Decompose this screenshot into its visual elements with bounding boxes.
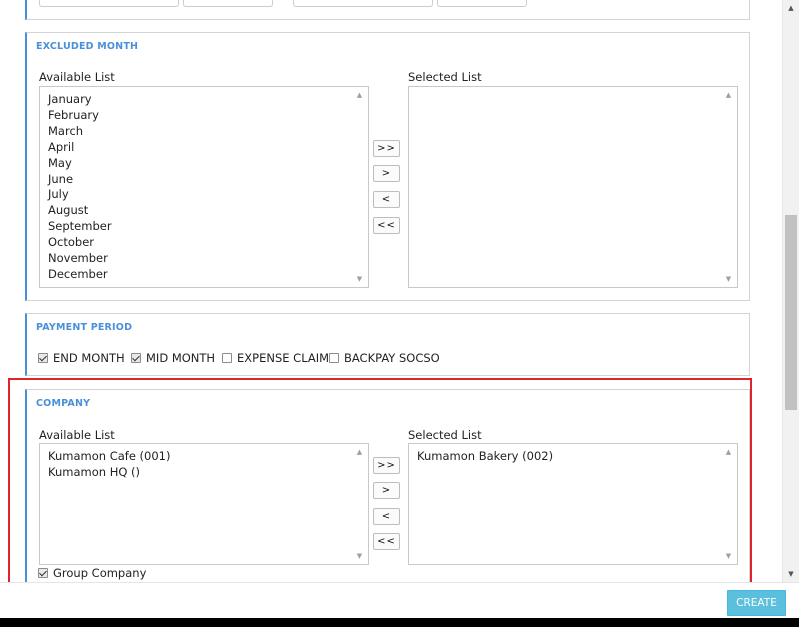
payment-period-title: PAYMENT PERIOD [36, 322, 133, 333]
scroll-up-icon[interactable]: ▲ [351, 88, 368, 102]
available-list-label: Available List [39, 70, 115, 84]
add-button[interactable]: > [373, 482, 400, 499]
bottom-edge-bar [0, 618, 799, 627]
list-item[interactable]: Kumamon Cafe (001) [48, 449, 348, 465]
expense-claim-label: EXPENSE CLAIM [237, 351, 330, 365]
remove-button[interactable]: < [373, 191, 400, 208]
checkbox-icon[interactable] [222, 353, 232, 363]
add-button[interactable]: > [373, 165, 400, 182]
scroll-up-icon[interactable]: ▲ [720, 88, 737, 102]
list-item[interactable]: November [48, 251, 348, 267]
list-item[interactable]: February [48, 108, 348, 124]
backpay-socso-label: BACKPAY SOCSO [344, 351, 440, 365]
company-available-listbox[interactable]: Kumamon Cafe (001) Kumamon HQ () ▲ ▼ [39, 443, 369, 565]
stub-select-2[interactable] [437, 0, 527, 7]
month-available-listbox[interactable]: January February March April May June July Augu… [39, 86, 369, 288]
list-item[interactable]: October [48, 235, 348, 251]
listbox-scrollbar[interactable]: ▲ ▼ [720, 87, 737, 287]
end-month-label: END MONTH [53, 351, 125, 365]
selected-list-label: Selected List [408, 70, 482, 84]
scroll-up-icon[interactable]: ▲ [783, 0, 799, 16]
remove-all-button[interactable]: << [373, 217, 400, 234]
scrollbar-thumb[interactable] [785, 215, 797, 410]
group-company-checkbox[interactable]: Group Company [38, 566, 146, 580]
remove-button[interactable]: < [373, 508, 400, 525]
checkbox-icon[interactable] [131, 353, 141, 363]
create-button[interactable]: CREATE [727, 590, 786, 616]
page-scrollbar[interactable]: ▲ ▼ [782, 0, 799, 582]
month-selected-listbox[interactable]: ▲ ▼ [408, 86, 738, 288]
list-item[interactable]: August [48, 203, 348, 219]
stub-input-2[interactable] [293, 0, 433, 7]
scroll-down-icon[interactable]: ▼ [783, 566, 799, 582]
list-item[interactable]: Kumamon HQ () [48, 465, 348, 481]
list-item[interactable]: June [48, 172, 348, 188]
checkbox-icon[interactable] [38, 568, 48, 578]
excluded-month-panel: EXCLUDED MONTH Available List Selected L… [25, 32, 750, 301]
expense-claim-checkbox[interactable]: EXPENSE CLAIM [222, 351, 329, 365]
list-item[interactable]: July [48, 187, 348, 203]
list-item[interactable]: January [48, 92, 348, 108]
modal-footer: CREATE [0, 582, 799, 618]
form-scroll-area: EXCLUDED MONTH Available List Selected L… [0, 0, 799, 582]
mid-month-checkbox[interactable]: MID MONTH [131, 351, 215, 365]
mid-month-label: MID MONTH [146, 351, 216, 365]
add-all-button[interactable]: >> [373, 140, 400, 157]
selected-list-label: Selected List [408, 428, 482, 442]
list-item[interactable]: Kumamon Bakery (002) [417, 449, 717, 465]
list-item[interactable]: September [48, 219, 348, 235]
list-item[interactable]: December [48, 267, 348, 283]
group-company-label: Group Company [53, 566, 147, 580]
excluded-month-title: EXCLUDED MONTH [36, 41, 139, 52]
company-title: COMPANY [36, 398, 91, 409]
previous-panel-stub [25, 0, 750, 20]
list-item[interactable]: May [48, 156, 348, 172]
available-list-label: Available List [39, 428, 115, 442]
listbox-scrollbar[interactable]: ▲ ▼ [351, 87, 368, 287]
scroll-up-icon[interactable]: ▲ [351, 445, 368, 459]
remove-all-button[interactable]: << [373, 533, 400, 550]
add-all-button[interactable]: >> [373, 457, 400, 474]
checkbox-icon[interactable] [329, 353, 339, 363]
stub-select-1[interactable] [183, 0, 273, 7]
scroll-down-icon[interactable]: ▼ [720, 272, 737, 286]
list-item[interactable]: April [48, 140, 348, 156]
scroll-down-icon[interactable]: ▼ [351, 549, 368, 563]
checkbox-icon[interactable] [38, 353, 48, 363]
company-selected-listbox[interactable]: Kumamon Bakery (002) ▲ ▼ [408, 443, 738, 565]
scroll-down-icon[interactable]: ▼ [720, 549, 737, 563]
list-item[interactable]: March [48, 124, 348, 140]
scroll-down-icon[interactable]: ▼ [351, 272, 368, 286]
payment-period-panel: PAYMENT PERIOD END MONTH MID MONTH EXPEN… [25, 313, 750, 376]
company-panel: COMPANY Available List Selected List Kum… [25, 389, 750, 582]
stub-input-1[interactable] [39, 0, 179, 7]
end-month-checkbox[interactable]: END MONTH [38, 351, 125, 365]
listbox-scrollbar[interactable]: ▲ ▼ [351, 444, 368, 564]
listbox-scrollbar[interactable]: ▲ ▼ [720, 444, 737, 564]
scroll-up-icon[interactable]: ▲ [720, 445, 737, 459]
backpay-socso-checkbox[interactable]: BACKPAY SOCSO [329, 351, 440, 365]
